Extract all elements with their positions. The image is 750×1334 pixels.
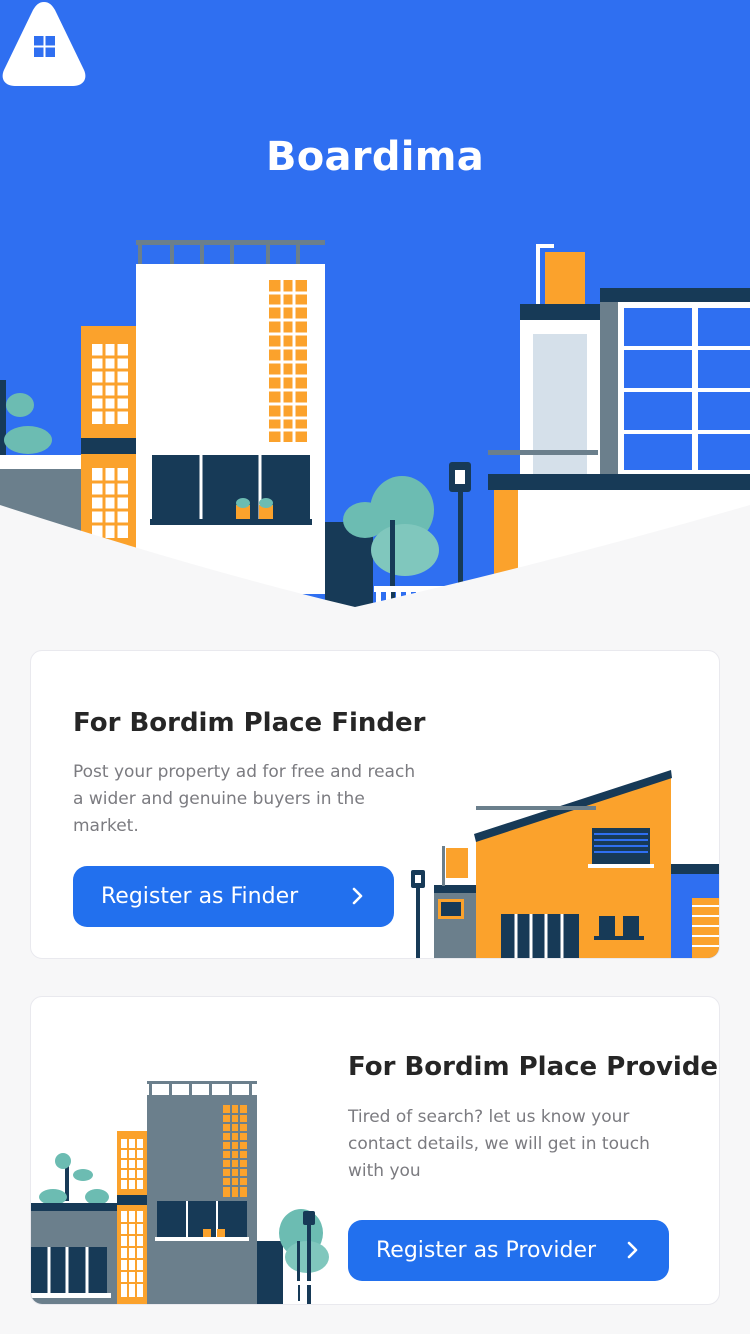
city-skyline-illustration [0, 0, 750, 620]
building-illustration [31, 1081, 329, 1304]
provider-title: For Bordim Place Provider [348, 1052, 720, 1082]
provider-description: Tired of search? let us know your contac… [348, 1107, 650, 1181]
register-provider-label: Register as Provider [376, 1238, 597, 1263]
house-window-logo-icon [2, 2, 86, 86]
brand-name: Boardima [265, 134, 485, 180]
finder-card: For Bordim Place Finder Post your proper… [30, 650, 720, 959]
register-finder-button[interactable]: Register as Finder [73, 866, 394, 927]
register-finder-label: Register as Finder [101, 884, 299, 909]
house-illustration [411, 770, 719, 958]
register-provider-button[interactable]: Register as Provider [348, 1220, 669, 1281]
finder-title: For Bordim Place Finder [73, 708, 426, 738]
hero-banner: Boardima [0, 0, 750, 620]
finder-description: Post your property ad for free and reach… [73, 762, 416, 836]
chevron-right-icon [627, 1241, 638, 1259]
provider-card: For Bordim Place Provider Tired of searc… [30, 996, 720, 1305]
chevron-right-icon [352, 887, 363, 905]
